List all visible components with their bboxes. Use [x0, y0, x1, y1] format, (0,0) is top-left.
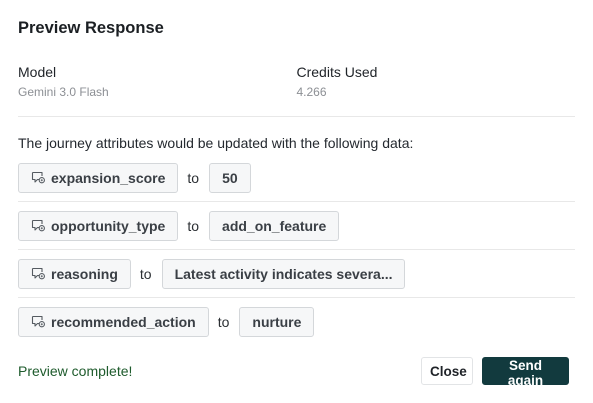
credits-info: Credits Used 4.266 — [297, 64, 576, 99]
attribute-name-chip: recommended_action — [18, 306, 209, 337]
divider — [18, 297, 575, 298]
footer-actions: Close Send again — [421, 357, 569, 388]
attribute-name: expansion_score — [51, 169, 166, 186]
attribute-name: reasoning — [51, 265, 118, 282]
attribute-name-chip: expansion_score — [18, 162, 179, 193]
divider — [18, 201, 575, 202]
attribute-name-chip: opportunity_type — [18, 210, 179, 241]
intro-text: The journey attributes would be updated … — [18, 135, 414, 151]
dialog-footer: Preview complete! Close Send again — [18, 357, 569, 388]
close-button[interactable]: Close — [421, 357, 473, 385]
status-message: Preview complete! — [18, 363, 133, 379]
to-connector: to — [187, 169, 200, 186]
tag-attribute-icon — [31, 314, 46, 329]
to-connector: to — [139, 265, 152, 282]
attribute-value-chip: Latest activity indicates severa... — [161, 258, 406, 289]
attribute-value-chip: nurture — [239, 306, 315, 337]
model-label: Model — [18, 64, 57, 80]
attribute-value-chip: 50 — [209, 162, 251, 193]
attribute-name: recommended_action — [51, 313, 196, 330]
meta-section: Model Gemini 3.0 Flash Credits Used 4.26… — [18, 64, 575, 99]
attribute-row: expansion_score to 50 — [18, 162, 575, 193]
to-connector: to — [187, 217, 200, 234]
attribute-value-chip: add_on_feature — [209, 210, 340, 241]
credits-label: Credits Used — [296, 64, 378, 80]
attribute-name: opportunity_type — [51, 217, 166, 234]
dialog-title: Preview Response — [18, 19, 164, 37]
tag-attribute-icon — [31, 170, 46, 185]
model-value: Gemini 3.0 Flash — [18, 85, 109, 99]
divider — [18, 249, 575, 250]
attribute-row: opportunity_type to add_on_feature — [18, 210, 575, 241]
divider — [18, 116, 575, 117]
tag-attribute-icon — [31, 266, 46, 281]
preview-response-dialog: Preview Response Model Gemini 3.0 Flash … — [0, 0, 593, 403]
send-again-button[interactable]: Send again — [482, 357, 569, 388]
tag-attribute-icon — [31, 218, 46, 233]
attribute-row: recommended_action to nurture — [18, 306, 575, 337]
attribute-name-chip: reasoning — [18, 258, 131, 289]
model-info: Model Gemini 3.0 Flash — [18, 64, 297, 99]
attribute-row: reasoning to Latest activity indicates s… — [18, 258, 575, 289]
to-connector: to — [217, 313, 230, 330]
credits-value: 4.266 — [296, 85, 327, 99]
